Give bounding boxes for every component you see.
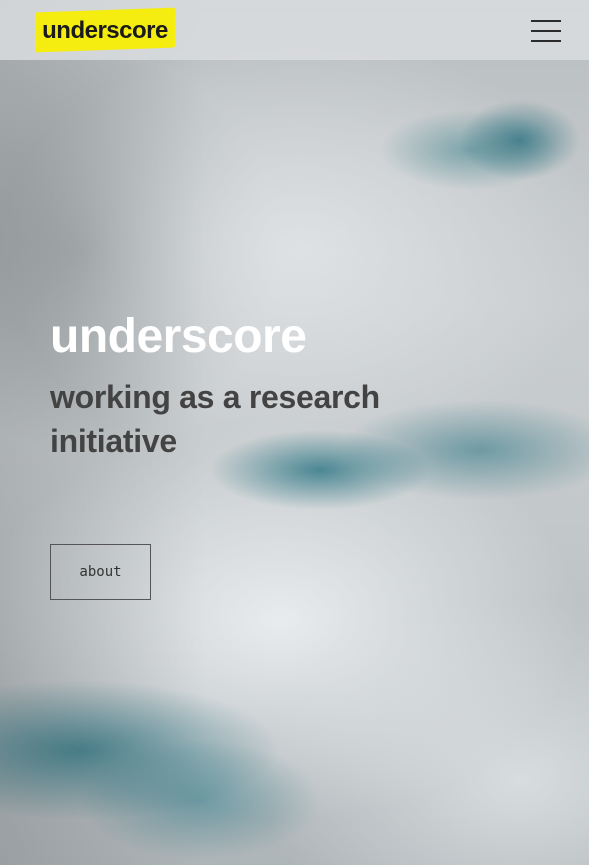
logo-text: underscore: [42, 16, 168, 44]
hamburger-menu-button[interactable]: [527, 16, 565, 46]
hamburger-menu-icon-bar: [531, 30, 561, 32]
logo-link[interactable]: underscore: [34, 7, 176, 53]
hamburger-menu-icon-bar: [531, 40, 561, 42]
hero-subtitle: working as a research initiative: [50, 379, 380, 459]
hero-title: underscore: [50, 310, 307, 363]
site-header: underscore: [0, 0, 589, 60]
hamburger-menu-icon: [531, 20, 561, 22]
about-button[interactable]: about: [50, 544, 151, 600]
